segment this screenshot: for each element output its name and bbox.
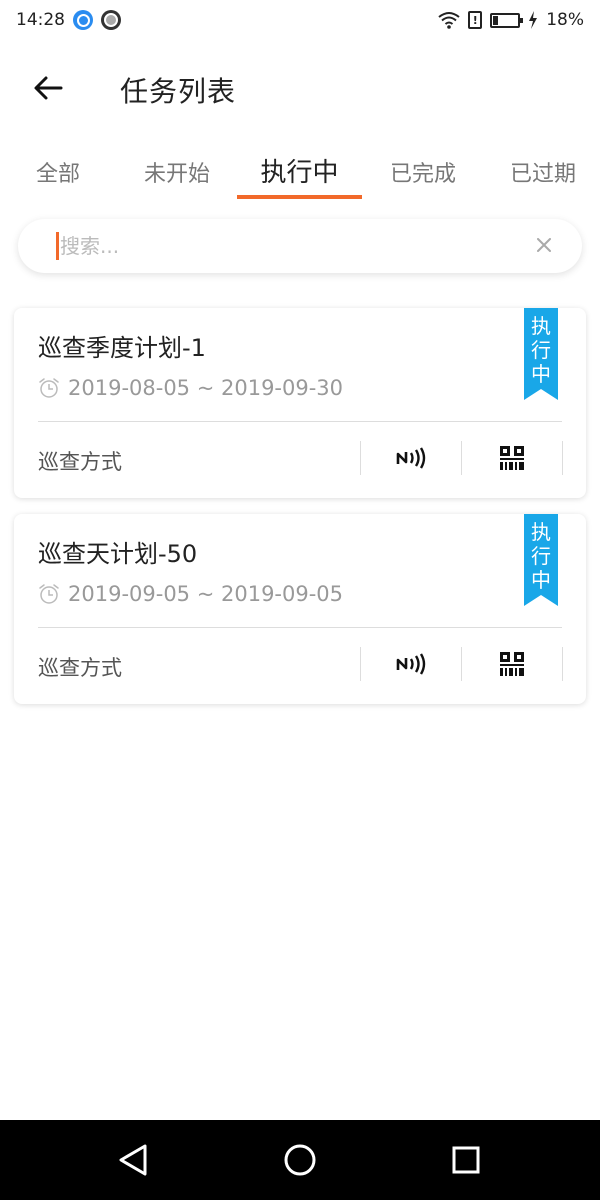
wifi-icon (438, 12, 460, 29)
task-date-row: 2019-09-05 ~ 2019-09-05 (38, 582, 343, 606)
qr-code-button[interactable] (462, 647, 562, 681)
clock-icon (39, 378, 59, 398)
tab-expired[interactable]: 已过期 (492, 142, 594, 200)
tab-completed[interactable]: 已完成 (372, 142, 474, 200)
status-time: 14:28 (16, 10, 65, 30)
ribbon-char: 中 (531, 362, 551, 386)
status-right: ! 18% (438, 10, 584, 30)
qr-code-icon (500, 652, 524, 676)
back-triangle-icon[interactable] (113, 1140, 153, 1180)
close-icon[interactable] (532, 233, 556, 257)
separator (562, 647, 563, 681)
status-ribbon: 执 行 中 (524, 308, 558, 400)
text-cursor (56, 232, 59, 260)
nfc-button[interactable] (361, 647, 461, 681)
home-circle-icon[interactable] (280, 1140, 320, 1180)
qr-code-button[interactable] (462, 441, 562, 475)
recents-square-icon[interactable] (446, 1140, 486, 1180)
task-date-range: 2019-08-05 ~ 2019-09-30 (68, 376, 344, 400)
ribbon-char: 执 (531, 314, 551, 338)
separator (562, 441, 563, 475)
task-date-row: 2019-08-05 ~ 2019-09-30 (38, 376, 343, 400)
tab-all[interactable]: 全部 (10, 142, 106, 200)
battery-icon (490, 12, 524, 28)
active-tab-indicator (237, 195, 362, 199)
arrow-left-icon (34, 76, 63, 100)
status-bar: 14:28 ! 18% (0, 0, 600, 40)
task-date-range: 2019-09-05 ~ 2019-09-05 (68, 582, 344, 606)
app-notification-icon (73, 10, 93, 30)
charging-icon (529, 11, 538, 29)
task-card[interactable]: 巡查季度计划-1 执 行 中 2019-08-05 ~ 2019-09-30 巡… (14, 308, 586, 498)
alert-icon: ! (468, 11, 483, 29)
tab-in-progress[interactable]: 执行中 (237, 142, 362, 200)
inspection-method-label: 巡查方式 (38, 656, 122, 680)
task-title: 巡查季度计划-1 (38, 334, 206, 362)
status-left: 14:28 (16, 10, 121, 30)
nfc-icon (396, 653, 426, 675)
task-title: 巡查天计划-50 (38, 540, 198, 568)
battery-percent: 18% (546, 10, 584, 30)
qr-code-icon (500, 446, 524, 470)
inspection-method-label: 巡查方式 (38, 450, 122, 474)
clock-icon (39, 584, 59, 604)
status-tabs: 全部 未开始 执行中 已完成 已过期 (0, 142, 600, 202)
search-input[interactable] (60, 227, 530, 265)
ribbon-char: 行 (531, 338, 551, 362)
ribbon-char: 行 (531, 544, 551, 568)
ribbon-char: 中 (531, 568, 551, 592)
app-header: 任务列表 (0, 58, 600, 118)
status-ribbon: 执 行 中 (524, 514, 558, 606)
ribbon-char: 执 (531, 520, 551, 544)
page-title: 任务列表 (120, 75, 237, 108)
search-bar (18, 219, 582, 273)
back-button[interactable] (28, 70, 68, 106)
tab-not-started[interactable]: 未开始 (126, 142, 228, 200)
system-nav-bar (0, 1120, 600, 1200)
card-divider (38, 421, 562, 422)
nfc-icon (396, 447, 426, 469)
nfc-button[interactable] (361, 441, 461, 475)
record-icon (101, 10, 121, 30)
card-divider (38, 627, 562, 628)
task-card[interactable]: 巡查天计划-50 执 行 中 2019-09-05 ~ 2019-09-05 巡… (14, 514, 586, 704)
